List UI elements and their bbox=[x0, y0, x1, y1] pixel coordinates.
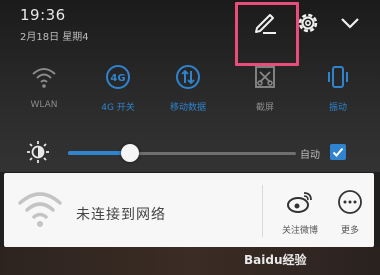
toggle-vibrate[interactable]: 振动 bbox=[308, 62, 368, 113]
wifi-icon bbox=[32, 68, 56, 88]
more-label: 更多 bbox=[340, 226, 359, 236]
more-button[interactable]: 更多 bbox=[320, 189, 380, 236]
date-label: 2月18日 星期4 bbox=[20, 32, 89, 43]
auto-brightness-checkbox[interactable] bbox=[330, 144, 346, 160]
brightness-slider-thumb[interactable] bbox=[120, 144, 139, 162]
watermark-text: Baidu经验 bbox=[244, 253, 307, 267]
more-icon bbox=[338, 190, 362, 214]
4g-icon: 4G bbox=[106, 65, 130, 89]
card-divider bbox=[262, 185, 263, 237]
toggle-label: 振动 bbox=[328, 103, 347, 113]
toggle-mobile-data[interactable]: 移动数据 bbox=[158, 62, 218, 113]
wifi-disconnected-icon bbox=[18, 192, 62, 227]
brightness-icon bbox=[27, 141, 49, 163]
toggle-label: 移动数据 bbox=[169, 103, 206, 113]
network-status-text: 未连接到网络 bbox=[76, 207, 166, 223]
brightness-row: 自动 bbox=[0, 136, 380, 170]
home-wallpaper bbox=[0, 247, 380, 275]
edit-pencil-icon[interactable] bbox=[251, 10, 279, 38]
svg-text:4G: 4G bbox=[110, 73, 125, 84]
toggle-4g[interactable]: 4G 4G 开关 bbox=[88, 62, 148, 113]
clock-time: 19:36 bbox=[20, 6, 66, 24]
toggle-label: 截屏 bbox=[255, 103, 274, 113]
screenshot-icon bbox=[255, 66, 275, 88]
weibo-icon bbox=[287, 192, 312, 213]
gear-icon[interactable] bbox=[294, 9, 322, 37]
mobile-data-icon bbox=[176, 65, 200, 89]
toggle-label: 4G 开关 bbox=[101, 103, 135, 113]
auto-brightness-label: 自动 bbox=[300, 150, 320, 161]
vibrate-icon bbox=[328, 66, 348, 88]
toggle-screenshot[interactable]: 截屏 bbox=[235, 62, 295, 113]
network-notification-card[interactable]: 未连接到网络 关注微博 更多 bbox=[4, 173, 374, 247]
chevron-down-icon[interactable] bbox=[336, 9, 364, 37]
toggle-wlan[interactable]: WLAN bbox=[14, 62, 74, 110]
toggle-label: WLAN bbox=[30, 100, 58, 110]
